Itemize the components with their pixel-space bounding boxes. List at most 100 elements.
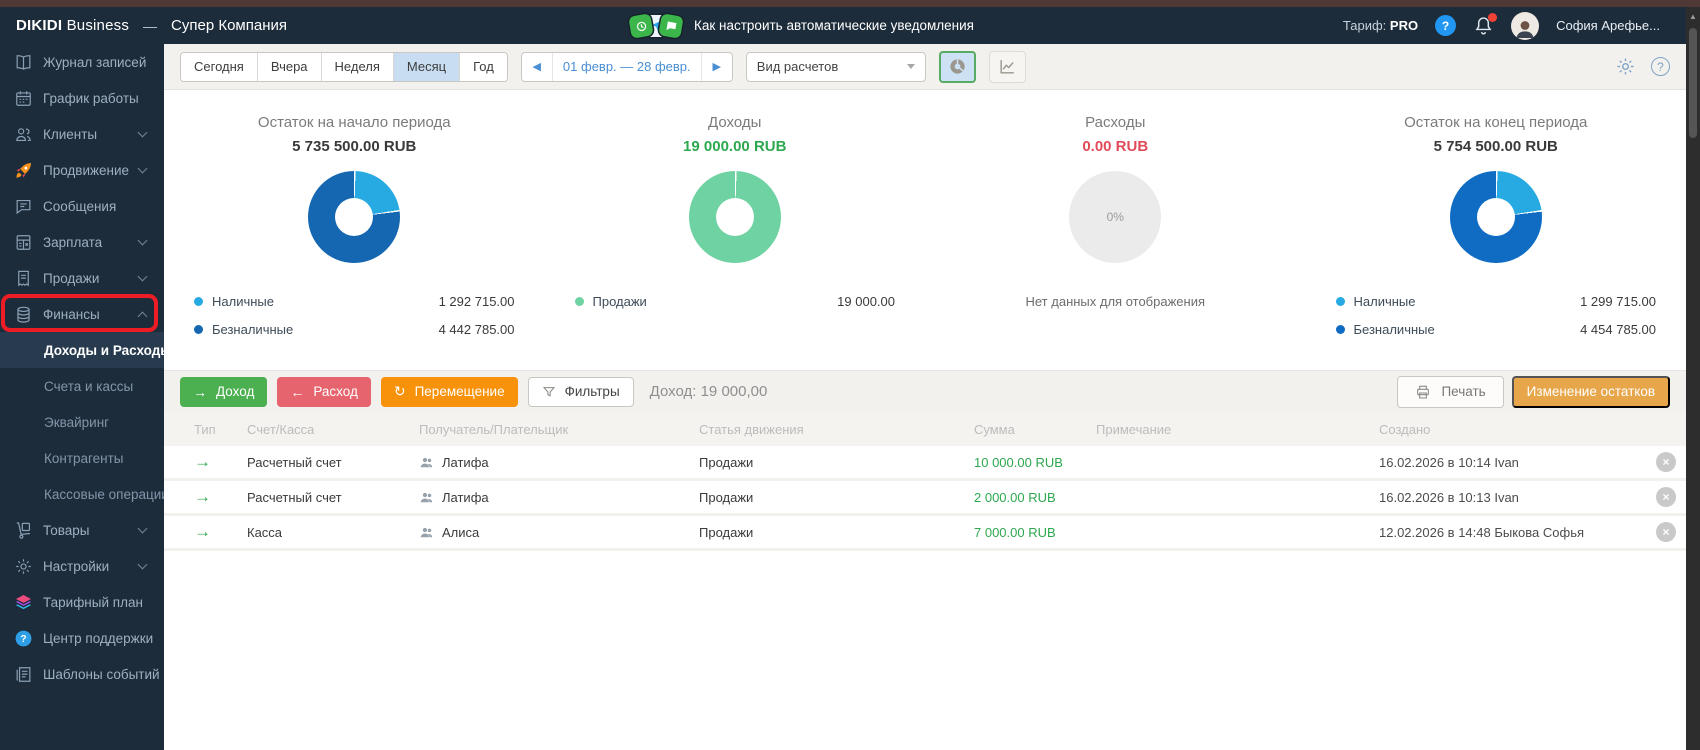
delete-row-button[interactable]: × <box>1656 487 1676 507</box>
sidebar-item-support[interactable]: ? Центр поддержки <box>0 620 164 656</box>
summary-card-closing-balance: Остаток на конец периода 5 754 500.00 RUB… <box>1306 114 1687 370</box>
payer-name: Латифа <box>442 454 489 470</box>
table-row[interactable]: → Касса Алиса Продажи 7 000.00 RUB 12.02.2026… <box>164 516 1686 551</box>
sidebar-item-label: Зарплата <box>43 234 103 250</box>
sidebar-item-label: Шаблоны событий <box>43 666 160 682</box>
tariff-label: Тариф: <box>1342 18 1387 33</box>
next-period-arrow-icon[interactable]: ▶ <box>702 52 732 82</box>
view-select-value: Вид расчетов <box>756 59 839 74</box>
payer-name: Алиса <box>442 524 480 540</box>
notification-banner-link[interactable]: Как настроить автоматические уведомления <box>628 7 974 44</box>
chevron-down-icon <box>137 127 148 138</box>
expense-button[interactable]: ← Расход <box>277 376 371 407</box>
column-header: Статья движения <box>699 421 804 437</box>
sidebar-item-promotion[interactable]: Продвижение <box>0 152 164 188</box>
sidebar-item-sales[interactable]: Продажи <box>0 260 164 296</box>
donut-hole <box>335 198 374 236</box>
sidebar-item-label: График работы <box>43 90 139 106</box>
filters-button[interactable]: Фильтры <box>527 376 634 407</box>
payer-name: Латифа <box>442 489 489 505</box>
sidebar-item-messages[interactable]: Сообщения <box>0 188 164 224</box>
support-icon: ? <box>14 629 33 648</box>
delete-row-button[interactable]: × <box>1656 452 1676 472</box>
reminder-messenger-icon <box>628 12 654 39</box>
sidebar-item-label: Счета и кассы <box>44 378 134 394</box>
balance-change-button[interactable]: Изменение остатков <box>1511 375 1670 408</box>
chevron-up-icon <box>137 311 148 321</box>
income-arrow-icon: → <box>194 487 211 506</box>
svg-text:?: ? <box>20 634 26 645</box>
legend-label: Наличные <box>1353 293 1416 309</box>
card-amount: 0.00 RUB <box>1082 138 1149 155</box>
sidebar-item-label: Товары <box>43 522 90 538</box>
people-icon <box>419 490 434 505</box>
cell-article: Продажи <box>699 454 754 470</box>
brand-name: DIKIDI <box>16 17 63 34</box>
sidebar-item-schedule[interactable]: График работы <box>0 80 164 116</box>
journal-icon <box>14 53 33 72</box>
sidebar-item-finance[interactable]: Финансы <box>0 296 164 332</box>
print-button[interactable]: Печать <box>1397 375 1504 408</box>
sidebar-item-settings[interactable]: Настройки <box>0 548 164 584</box>
brand-suffix: Business <box>66 17 130 34</box>
scroll-up-arrow-icon[interactable]: ▲ <box>1686 7 1700 21</box>
delete-row-button[interactable]: × <box>1656 522 1676 542</box>
company-name[interactable]: Супер Компания <box>171 17 287 34</box>
range-button-0[interactable]: Сегодня <box>181 52 258 81</box>
sidebar-item-salary[interactable]: Зарплата <box>0 224 164 260</box>
app-logo[interactable]: DIKIDI Business <box>16 17 129 34</box>
gear-icon[interactable] <box>1615 56 1636 77</box>
scrollbar-thumb[interactable] <box>1689 28 1697 138</box>
cell-created: 12.02.2026 в 14:48 Быкова Софья <box>1379 524 1585 540</box>
legend-label: Наличные <box>212 293 274 309</box>
sidebar-item-cash-operations[interactable]: Кассовые операции <box>0 476 169 512</box>
scrollbar[interactable]: ▲ <box>1686 7 1700 750</box>
cell-amount: 10 000.00 RUB <box>974 454 1063 470</box>
bell-icon[interactable] <box>1473 13 1498 36</box>
donut-legend: Наличные 1 299 715.00 Безналичные 4 454 785… <box>1306 287 1687 343</box>
tariff-badge[interactable]: Тариф: PRO <box>1343 18 1418 33</box>
transfer-button[interactable]: ↻ Перемещение <box>380 376 518 407</box>
calculation-view-select[interactable]: Вид расчетов <box>745 51 926 82</box>
summary-card-opening-balance: Остаток на начало периода 5 735 500.00 RU… <box>164 114 545 370</box>
sidebar-item-event-templates[interactable]: Шаблоны событий <box>0 656 164 692</box>
range-button-4[interactable]: Год <box>460 52 507 81</box>
user-name[interactable]: София Арефье... <box>1556 18 1660 33</box>
question-icon[interactable]: ? <box>1651 57 1670 76</box>
legend-label: Продажи <box>592 293 647 309</box>
sidebar-item-goods[interactable]: Товары <box>0 512 164 548</box>
line-chart-view-toggle[interactable] <box>988 50 1026 83</box>
prev-period-arrow-icon[interactable]: ◀ <box>522 52 552 82</box>
donut-chart-expense: 0% <box>1069 171 1162 263</box>
tariff-icon <box>14 593 33 612</box>
sidebar-item-label: Клиенты <box>43 126 98 142</box>
range-button-3[interactable]: Месяц <box>393 52 461 81</box>
date-range-label[interactable]: 01 февр. — 28 февр. <box>551 52 702 81</box>
range-button-2[interactable]: Неделя <box>321 52 394 81</box>
cell-payer: Латифа <box>419 490 699 505</box>
sidebar-item-tariff-plan[interactable]: Тарифный план <box>0 584 164 620</box>
sidebar-item-income-expense[interactable]: Доходы и Расходы <box>0 332 172 368</box>
date-range-buttons: Сегодня Вчера Неделя Месяц Год <box>180 51 508 82</box>
arrow-left-icon: ← <box>290 383 305 400</box>
sidebar-item-counterparties[interactable]: Контрагенты <box>0 440 164 476</box>
cell-article: Продажи <box>699 489 754 505</box>
templates-icon <box>14 665 33 684</box>
sidebar-item-acquiring[interactable]: Эквайринг <box>0 404 164 440</box>
table-row[interactable]: → Расчетный счет Латифа Продажи 10 000.00 RU… <box>164 446 1686 481</box>
legend-item: Безналичные 4 454 785.00 <box>1335 315 1656 343</box>
donut-chart-income <box>688 171 781 263</box>
sidebar-item-accounts[interactable]: Счета и кассы <box>0 368 164 404</box>
avatar[interactable] <box>1511 11 1540 40</box>
sidebar-item-journal[interactable]: Журнал записей <box>0 44 164 80</box>
table-row[interactable]: → Расчетный счет Латифа Продажи 2 000.00 RUB… <box>164 481 1686 516</box>
help-icon[interactable]: ? <box>1435 15 1457 36</box>
sidebar-item-clients[interactable]: Клиенты <box>0 116 164 152</box>
income-button[interactable]: → Доход <box>180 376 268 407</box>
income-summary-text: Доход: 19 000,00 <box>649 383 768 400</box>
filter-bar: Сегодня Вчера Неделя Месяц Год ◀ 01 февр. — … <box>164 44 1686 90</box>
card-amount: 19 000.00 RUB <box>683 138 787 155</box>
donut-view-toggle[interactable] <box>938 50 976 83</box>
sidebar-item-label: Эквайринг <box>44 414 110 430</box>
range-button-1[interactable]: Вчера <box>257 52 322 81</box>
